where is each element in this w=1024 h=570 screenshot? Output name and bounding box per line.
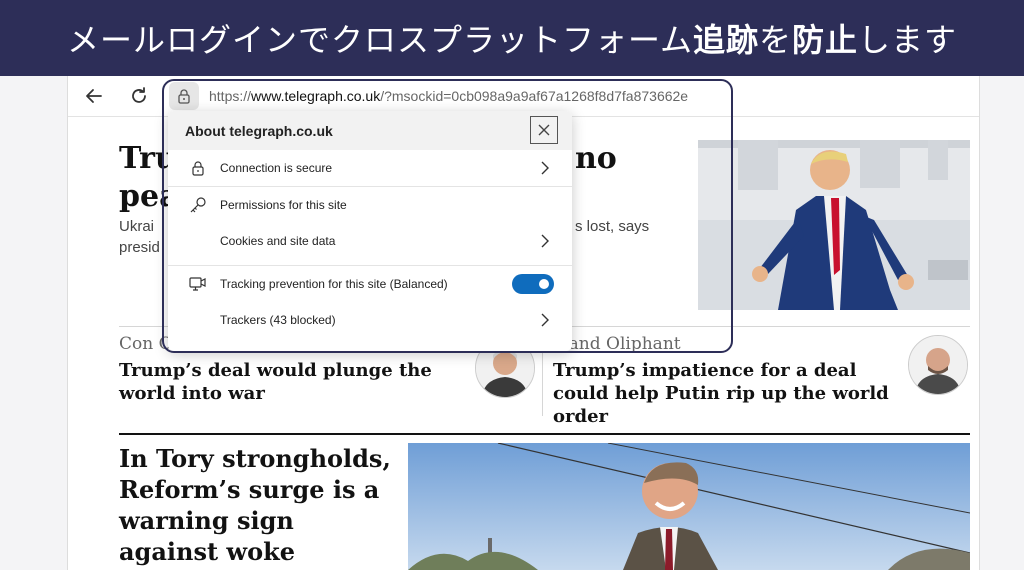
permissions-row[interactable]: Permissions for this site [168, 187, 572, 223]
trackers-row[interactable]: Trackers (43 blocked) [168, 302, 572, 338]
lead-standfirst-fragment-1: Ukrai [119, 218, 155, 235]
tracking-toggle[interactable] [512, 274, 554, 294]
url-path: /?msockid=0cb098a9a9af67a1268f8d7fa87366… [380, 88, 689, 104]
trackers-label: Trackers (43 blocked) [220, 313, 336, 327]
site-info-button[interactable] [169, 82, 199, 110]
chevron-right-icon [540, 234, 550, 251]
refresh-button[interactable] [125, 82, 153, 110]
section-rule [119, 433, 970, 435]
banner-bold-prevent: 防止 [792, 21, 859, 59]
card1-author[interactable]: Con C [119, 334, 172, 354]
story-photo-image [408, 443, 970, 570]
lead-standfirst-fragment-3: s lost, says [575, 218, 650, 235]
tracking-label: Tracking prevention for this site (Balan… [220, 277, 448, 291]
url-text[interactable]: https://www.telegraph.co.uk/?msockid=0cb… [209, 88, 688, 104]
lead-standfirst-fragment-2: presid [119, 239, 160, 256]
lead-headline-fragment-3[interactable]: no [575, 142, 617, 176]
banner-text-2: を [759, 21, 793, 59]
banner-text-3: します [858, 21, 958, 59]
url-domain: www.telegraph.co.uk [251, 88, 381, 104]
popup-header: About telegraph.co.uk [168, 111, 572, 150]
padlock-icon [188, 158, 208, 178]
connection-row[interactable]: Connection is secure [168, 150, 572, 186]
card1-headline[interactable]: Trump’s deal would plunge the world into… [119, 359, 471, 405]
back-button[interactable] [80, 82, 108, 110]
close-popup-button[interactable] [530, 116, 558, 144]
banner-bold-tracking: 追跡 [692, 21, 759, 59]
popup-title: About telegraph.co.uk [185, 122, 333, 139]
lead-photo[interactable] [698, 140, 970, 310]
story-headline[interactable]: In Tory strongholds, Reform’s surge is a… [119, 443, 399, 567]
url-prefix: https:// [209, 88, 252, 104]
chevron-right-icon [540, 161, 550, 178]
close-icon [538, 124, 550, 136]
avatar-image-2 [909, 336, 967, 394]
story-photo[interactable] [408, 443, 970, 570]
cookies-label: Cookies and site data [220, 234, 336, 248]
card2-author[interactable]: oland Oliphant [553, 334, 681, 354]
back-arrow-icon [86, 89, 102, 103]
banner-text-1: メールログインでクロスプラットフォーム [66, 21, 693, 59]
lead-photo-image [698, 140, 970, 310]
permissions-label: Permissions for this site [220, 198, 347, 212]
card2-author-avatar [908, 335, 968, 395]
cookies-row[interactable]: Cookies and site data [168, 223, 572, 259]
chevron-right-icon [540, 313, 550, 330]
refresh-icon [132, 87, 146, 103]
key-icon [188, 195, 208, 215]
tracking-camera-icon [188, 274, 208, 294]
connection-label: Connection is secure [220, 161, 333, 175]
caption-banner: メールログインでクロスプラットフォーム 追跡を防止 します [0, 0, 1024, 76]
card2-headline[interactable]: Trump’s impatience for a deal could help… [553, 359, 898, 428]
lock-icon [178, 89, 190, 104]
address-bar[interactable]: https://www.telegraph.co.uk/?msockid=0cb… [163, 79, 733, 113]
tracking-row[interactable]: Tracking prevention for this site (Balan… [168, 266, 572, 302]
site-info-popup: About telegraph.co.uk Connection is secu… [168, 111, 572, 351]
